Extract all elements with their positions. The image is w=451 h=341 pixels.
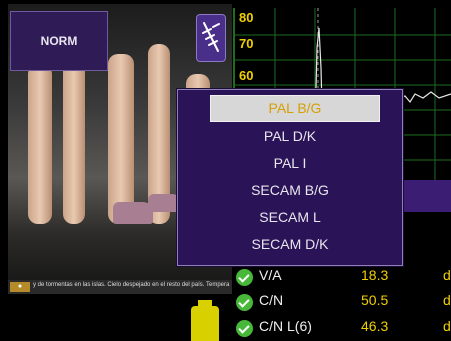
standard-option[interactable]: SECAM B/G: [178, 177, 402, 204]
video-figure: [108, 54, 134, 224]
standard-option[interactable]: PAL B/G: [210, 95, 380, 122]
measurement-value: 46.3: [361, 318, 389, 334]
channel-logo: ●: [10, 282, 30, 292]
measurement-row: C/N 50.5 dE: [233, 292, 451, 316]
antenna-button[interactable]: [196, 14, 226, 62]
check-icon: [236, 320, 253, 337]
ticker-text: y de tormentas en las islas. Cielo despe…: [33, 282, 230, 288]
norm-button[interactable]: NORM: [10, 11, 108, 71]
measurement-name: V/A: [259, 267, 282, 283]
news-ticker: ● y de tormentas en las islas. Cielo des…: [8, 280, 232, 294]
panel-band: [400, 180, 451, 212]
check-icon: [236, 294, 253, 311]
standard-menu: PAL B/G PAL D/K PAL I SECAM B/G SECAM L …: [177, 89, 403, 266]
measurement-unit: dE: [443, 267, 451, 283]
measurement-unit: dE: [443, 318, 451, 334]
y-tick-label: 60: [239, 68, 254, 83]
measurement-row: C/N L(6) 46.3 dE: [233, 318, 451, 341]
analyzer-screen: ● y de tormentas en las islas. Cielo des…: [0, 0, 451, 341]
measurement-name: C/N L(6): [259, 318, 312, 334]
measurement-row: V/A 18.3 dE: [233, 267, 451, 291]
video-shoe: [113, 202, 153, 224]
antenna-icon: [202, 22, 220, 52]
check-icon: [236, 269, 253, 286]
battery-icon: [191, 306, 219, 341]
video-figure: [28, 64, 52, 224]
standard-option[interactable]: SECAM L: [178, 204, 402, 231]
standard-option[interactable]: PAL D/K: [178, 123, 402, 150]
measurement-value: 50.5: [361, 292, 389, 308]
measurement-unit: dE: [443, 292, 451, 308]
y-tick-label: 80: [239, 10, 254, 25]
measurement-value: 18.3: [361, 267, 389, 283]
norm-label: NORM: [40, 34, 78, 48]
measurement-name: C/N: [259, 292, 284, 308]
standard-option[interactable]: PAL I: [178, 150, 402, 177]
standard-option[interactable]: SECAM D/K: [178, 231, 402, 258]
y-tick-label: 70: [239, 36, 254, 51]
